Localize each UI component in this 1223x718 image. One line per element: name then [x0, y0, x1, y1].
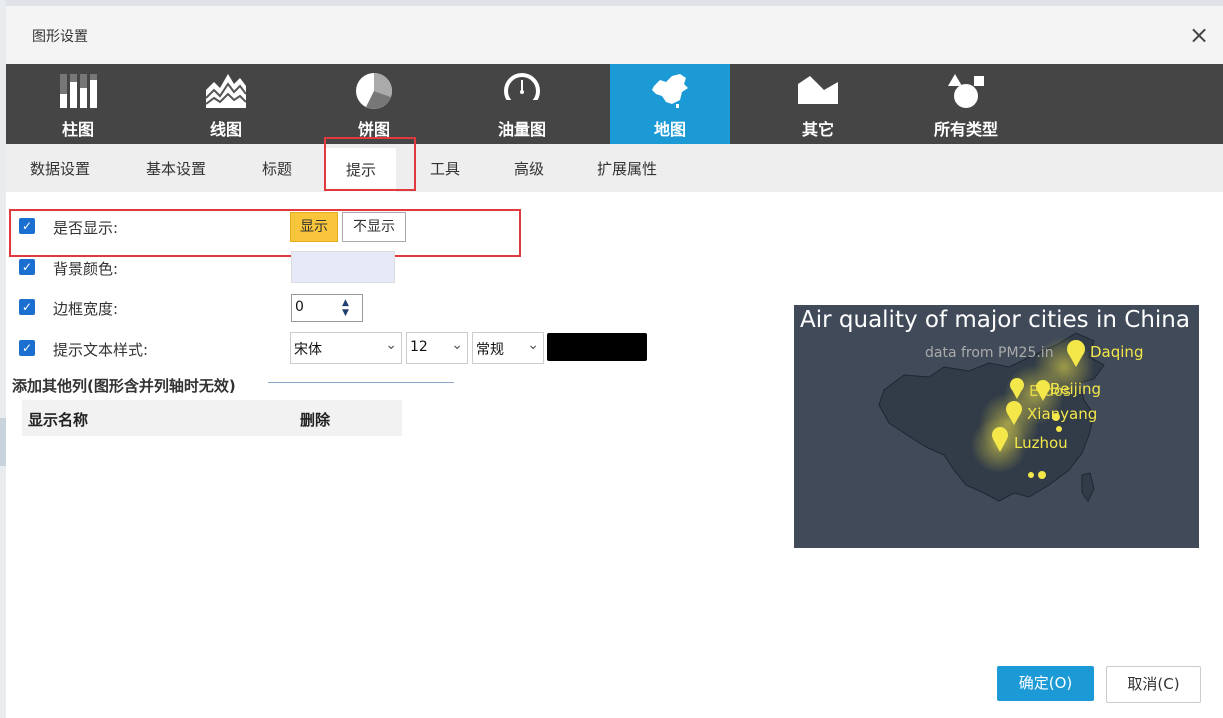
border-width-label: 边框宽度: — [53, 300, 119, 318]
map-preview-svg — [878, 332, 1105, 502]
city-label: Xianyang — [1027, 405, 1098, 423]
ok-button[interactable]: 确定(O) — [997, 666, 1094, 701]
dialog-title: 图形设置 — [32, 29, 88, 45]
chart-type-label: 其它 — [801, 120, 834, 139]
china-map-icon — [652, 74, 688, 108]
chart-type-label: 油量图 — [497, 120, 546, 139]
text-color-picker[interactable] — [547, 333, 647, 361]
tab-advanced[interactable]: 高级 — [514, 158, 544, 179]
settings-tabs: 数据设置 基本设置 标题 提示 工具 高级 扩展属性 — [6, 144, 1223, 192]
border-width-value: 0 — [295, 299, 304, 315]
font-family-select[interactable]: 宋体 ⌄ — [290, 332, 402, 364]
annotation-box-show — [9, 209, 521, 257]
other-shape-icon — [798, 76, 838, 104]
chart-type-bar-chart[interactable]: 柱图 — [18, 64, 138, 144]
border-width-checkbox[interactable]: ✓ — [19, 299, 35, 315]
preview-subtitle: data from PM25.in — [925, 345, 1054, 361]
text-style-label: 提示文本样式: — [53, 341, 149, 359]
tab-tools[interactable]: 工具 — [430, 158, 460, 179]
bg-color-picker[interactable] — [291, 251, 395, 283]
chart-type-label: 线图 — [209, 120, 242, 139]
preview-title: Air quality of major cities in China — [800, 307, 1190, 333]
line-chart-icon — [206, 74, 246, 108]
bg-color-label: 背景颜色: — [53, 260, 119, 278]
chevron-down-icon: ⌄ — [527, 337, 539, 353]
chart-type-other[interactable]: 其它 — [758, 64, 878, 144]
dialog-titlebar: 图形设置 × — [6, 6, 1223, 64]
font-size-value: 12 — [410, 339, 428, 355]
chart-type-all[interactable]: 所有类型 — [906, 64, 1026, 144]
font-weight-select[interactable]: 常规 ⌄ — [472, 332, 544, 364]
font-weight-value: 常规 — [476, 342, 504, 358]
tab-basic-settings[interactable]: 基本设置 — [146, 158, 206, 179]
gauge-icon — [504, 73, 540, 110]
tab-extended-properties[interactable]: 扩展属性 — [597, 158, 657, 179]
chart-type-line-chart[interactable]: 线图 — [166, 64, 286, 144]
close-icon[interactable]: × — [1186, 22, 1212, 48]
taiwan-outline — [1081, 472, 1095, 502]
chevron-down-icon: ⌄ — [385, 337, 397, 353]
chart-type-pie-chart[interactable]: 饼图 — [314, 64, 434, 144]
text-style-checkbox[interactable]: ✓ — [19, 340, 35, 356]
bar-chart-icon — [60, 74, 97, 108]
stepper-down-icon[interactable]: ▼ — [342, 308, 349, 318]
stepper-up-icon[interactable]: ▲ — [342, 298, 349, 308]
chevron-down-icon: ⌄ — [451, 337, 463, 353]
column-header-display-name: 显示名称 — [28, 411, 89, 429]
pie-chart-icon — [356, 72, 393, 109]
all-types-icon — [948, 74, 984, 108]
cancel-button[interactable]: 取消(C) — [1106, 666, 1201, 703]
city-label: Erdos — [1029, 382, 1071, 400]
font-family-value: 宋体 — [294, 342, 322, 358]
chart-type-gauge[interactable]: 油量图 — [462, 64, 582, 144]
extra-columns-title: 添加其他列(图形含并列轴时无效) — [12, 377, 236, 395]
column-header-delete: 删除 — [300, 411, 331, 429]
chart-type-label: 柱图 — [61, 120, 94, 139]
section-divider — [268, 382, 454, 383]
chart-type-label: 所有类型 — [933, 120, 998, 139]
chart-settings-dialog: 图形设置 × 柱图 线图 饼图 油量图 地图 其它 所有类型 数据设置 基本设置… — [6, 6, 1223, 718]
city-label: Daqing — [1090, 343, 1144, 361]
border-width-stepper[interactable]: 0 ▲ ▼ — [291, 294, 363, 322]
font-size-select[interactable]: 12 ⌄ — [406, 332, 468, 364]
tab-title[interactable]: 标题 — [262, 158, 292, 179]
chart-type-bar: 柱图 线图 饼图 油量图 地图 其它 所有类型 — [6, 64, 1223, 144]
chart-type-label: 地图 — [653, 120, 686, 139]
bg-color-checkbox[interactable]: ✓ — [19, 259, 35, 275]
tab-data-settings[interactable]: 数据设置 — [30, 158, 90, 179]
chart-type-map[interactable]: 地图 — [610, 64, 730, 144]
map-preview: Air quality of major cities in China dat… — [794, 305, 1199, 548]
city-label: Luzhou — [1014, 434, 1068, 452]
annotation-box-tab — [324, 137, 416, 191]
extra-columns-table-header: 显示名称 删除 — [22, 400, 402, 436]
